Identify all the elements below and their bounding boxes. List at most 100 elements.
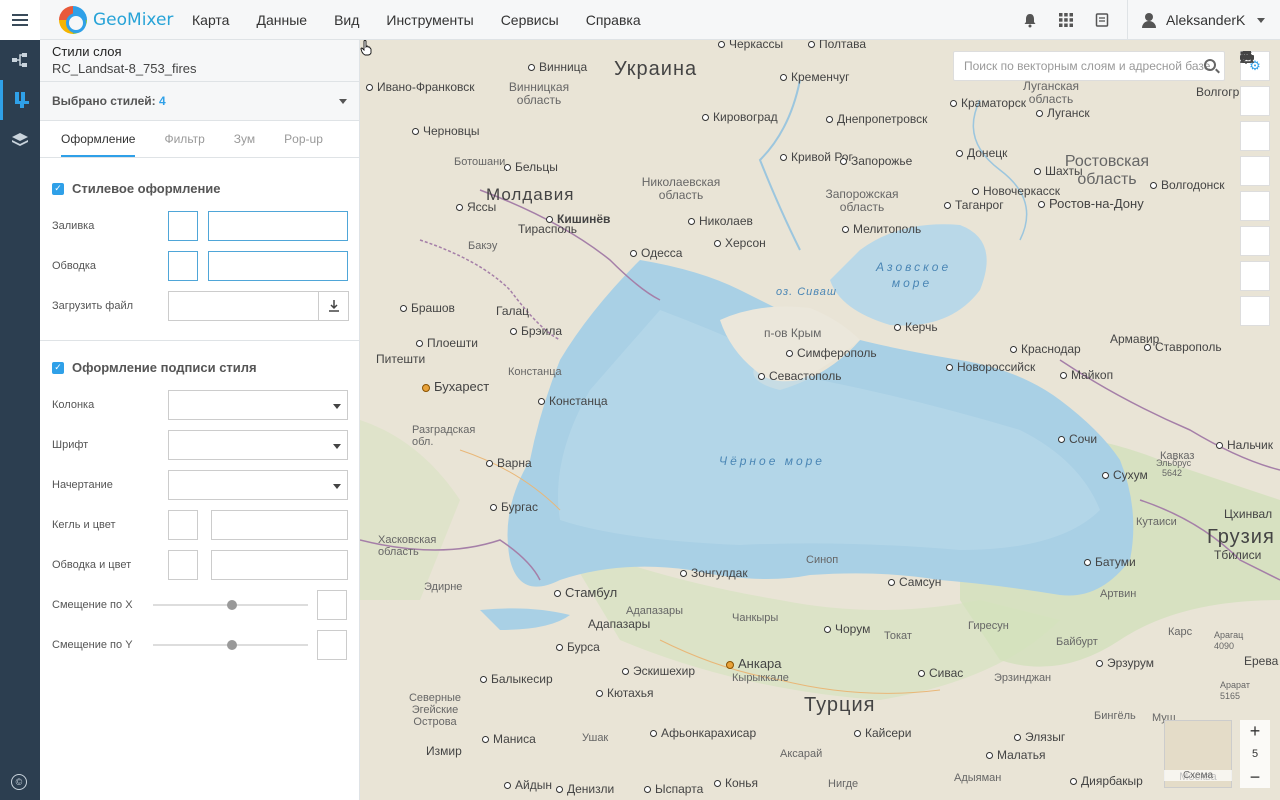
halo-size-input[interactable] <box>168 550 198 580</box>
slider-handle[interactable] <box>227 640 237 650</box>
city-label: Синоп <box>806 554 839 566</box>
city-label: Херсон <box>714 236 766 250</box>
font-style-select[interactable] <box>168 470 348 500</box>
font-select[interactable] <box>168 430 348 460</box>
copyright-icon[interactable]: © <box>11 774 27 790</box>
offset-y-slider[interactable] <box>153 630 308 660</box>
city-label: Нигде <box>828 778 859 790</box>
apps-grid-icon[interactable] <box>1056 10 1076 30</box>
ruler-icon[interactable] <box>1240 51 1270 221</box>
top-bar: GeoMixer Карта Данные Вид Инструменты Се… <box>0 0 1280 40</box>
city-label: Балыкесир <box>480 672 553 686</box>
city-label: Эрзинджан <box>994 672 1052 684</box>
user-menu[interactable]: AleksanderK <box>1127 0 1266 40</box>
city-label: Зонгулдак <box>680 566 748 580</box>
city-label: Днепропетровск <box>826 112 927 126</box>
menu-item-data[interactable]: Данные <box>256 12 307 28</box>
zoom-in-button[interactable]: + <box>1240 720 1270 742</box>
city-label: Луганск <box>1036 106 1090 120</box>
city-label: Эскишехир <box>622 664 695 678</box>
download-icon[interactable] <box>1240 51 1270 326</box>
menu-item-help[interactable]: Справка <box>586 12 641 28</box>
city-label: Батуми <box>1084 555 1136 569</box>
upload-row: Загрузить файл <box>52 291 349 321</box>
polygon-icon[interactable] <box>1240 51 1270 186</box>
checkbox-checked-icon[interactable]: ✓ <box>52 361 64 374</box>
menu-item-view[interactable]: Вид <box>334 12 359 28</box>
checkbox-checked-icon[interactable]: ✓ <box>52 182 64 195</box>
city-label: Афьонкарахисар <box>650 726 756 740</box>
pin-icon[interactable] <box>1240 51 1270 116</box>
city-label: Анкара <box>726 656 782 671</box>
fill-value-input[interactable] <box>208 211 348 241</box>
city-label: Ростов-на-Дону <box>1038 196 1144 211</box>
offset-x-input[interactable] <box>317 590 347 620</box>
city-label: Бухарест <box>422 379 489 394</box>
bell-icon[interactable] <box>1020 10 1040 30</box>
link-icon[interactable] <box>1240 53 1270 291</box>
slider-handle[interactable] <box>227 600 237 610</box>
book-icon[interactable] <box>1092 10 1112 30</box>
city-label: Измир <box>426 744 462 758</box>
city-label: Кютахья <box>596 686 654 700</box>
tree-icon[interactable] <box>0 40 40 80</box>
country-label: Молдавия <box>486 185 575 204</box>
stroke-value-input[interactable] <box>208 251 348 281</box>
stroke-color-swatch[interactable] <box>168 251 198 281</box>
menu-item-tools[interactable]: Инструменты <box>386 12 473 28</box>
app-logo[interactable]: GeoMixer <box>59 6 173 34</box>
city-label: Стамбул <box>554 585 617 600</box>
city-label: Ставрополь <box>1144 340 1222 354</box>
style-section-toggle[interactable]: ✓ Стилевое оформление <box>52 181 221 196</box>
column-label: Колонка <box>52 399 95 411</box>
font-color-input[interactable] <box>211 510 348 540</box>
zoom-out-button[interactable]: − <box>1240 766 1270 788</box>
tab-popup[interactable]: Pop-up <box>284 121 323 157</box>
basemap-switch-label[interactable]: Схема <box>1164 770 1232 781</box>
layers-icon[interactable] <box>0 120 40 160</box>
tab-appearance[interactable]: Оформление <box>61 121 136 157</box>
city-label: Ушак <box>582 732 609 744</box>
map-toolbar: ⚙ <box>1240 51 1270 331</box>
city-label: Мелитополь <box>842 222 921 236</box>
header-icons <box>1020 10 1112 30</box>
region-label: Разградская обл. <box>412 424 476 448</box>
menu-item-map[interactable]: Карта <box>192 12 229 28</box>
map-search-box[interactable]: Поиск по векторным слоям и адресной базе <box>953 51 1225 81</box>
offset-y-row: Смещение по Y <box>52 630 347 660</box>
tab-zoom[interactable]: Зум <box>234 121 255 157</box>
stroke-label: Обводка <box>52 260 97 272</box>
city-label: Брэила <box>510 324 562 338</box>
city-label: Симферополь <box>786 346 877 360</box>
search-icon[interactable] <box>1204 59 1216 71</box>
city-label: Гиресун <box>968 620 1009 632</box>
styles-selector[interactable]: Выбрано стилей: 4 <box>40 82 359 121</box>
menu-toggle-button[interactable] <box>0 0 40 40</box>
city-label: Кайсери <box>854 726 911 740</box>
download-icon[interactable] <box>319 291 349 321</box>
fill-color-swatch[interactable] <box>168 211 198 241</box>
column-select[interactable] <box>168 390 348 420</box>
label-section-toggle[interactable]: ✓ Оформление подписи стиля <box>52 360 257 375</box>
menu-item-services[interactable]: Сервисы <box>501 12 559 28</box>
chevron-down-icon <box>339 98 347 104</box>
hand-cursor-icon <box>360 40 372 56</box>
halo-color-input[interactable] <box>211 550 348 580</box>
style-editor-icon[interactable] <box>0 80 40 120</box>
city-label: Бельцы <box>504 160 558 174</box>
city-label: Адыяман <box>954 772 1002 784</box>
font-size-input[interactable] <box>168 510 198 540</box>
city-label: Ерева <box>1244 654 1279 668</box>
print-icon[interactable] <box>1240 51 1270 256</box>
halo-color-label: Обводка и цвет <box>52 559 132 571</box>
map-view[interactable]: Украина Молдавия Турция Грузия Чёрное мо… <box>360 40 1280 800</box>
city-label: Волгодонск <box>1150 178 1225 192</box>
tab-filter[interactable]: Фильтр <box>164 121 204 157</box>
city-label: Сивас <box>918 666 963 680</box>
offset-y-input[interactable] <box>317 630 347 660</box>
upload-file-input[interactable] <box>168 291 319 321</box>
city-label: Николаев <box>688 214 753 228</box>
styles-count-label: Выбрано стилей: 4 <box>52 94 166 108</box>
rectangle-icon[interactable] <box>1240 51 1270 151</box>
offset-x-slider[interactable] <box>153 590 308 620</box>
